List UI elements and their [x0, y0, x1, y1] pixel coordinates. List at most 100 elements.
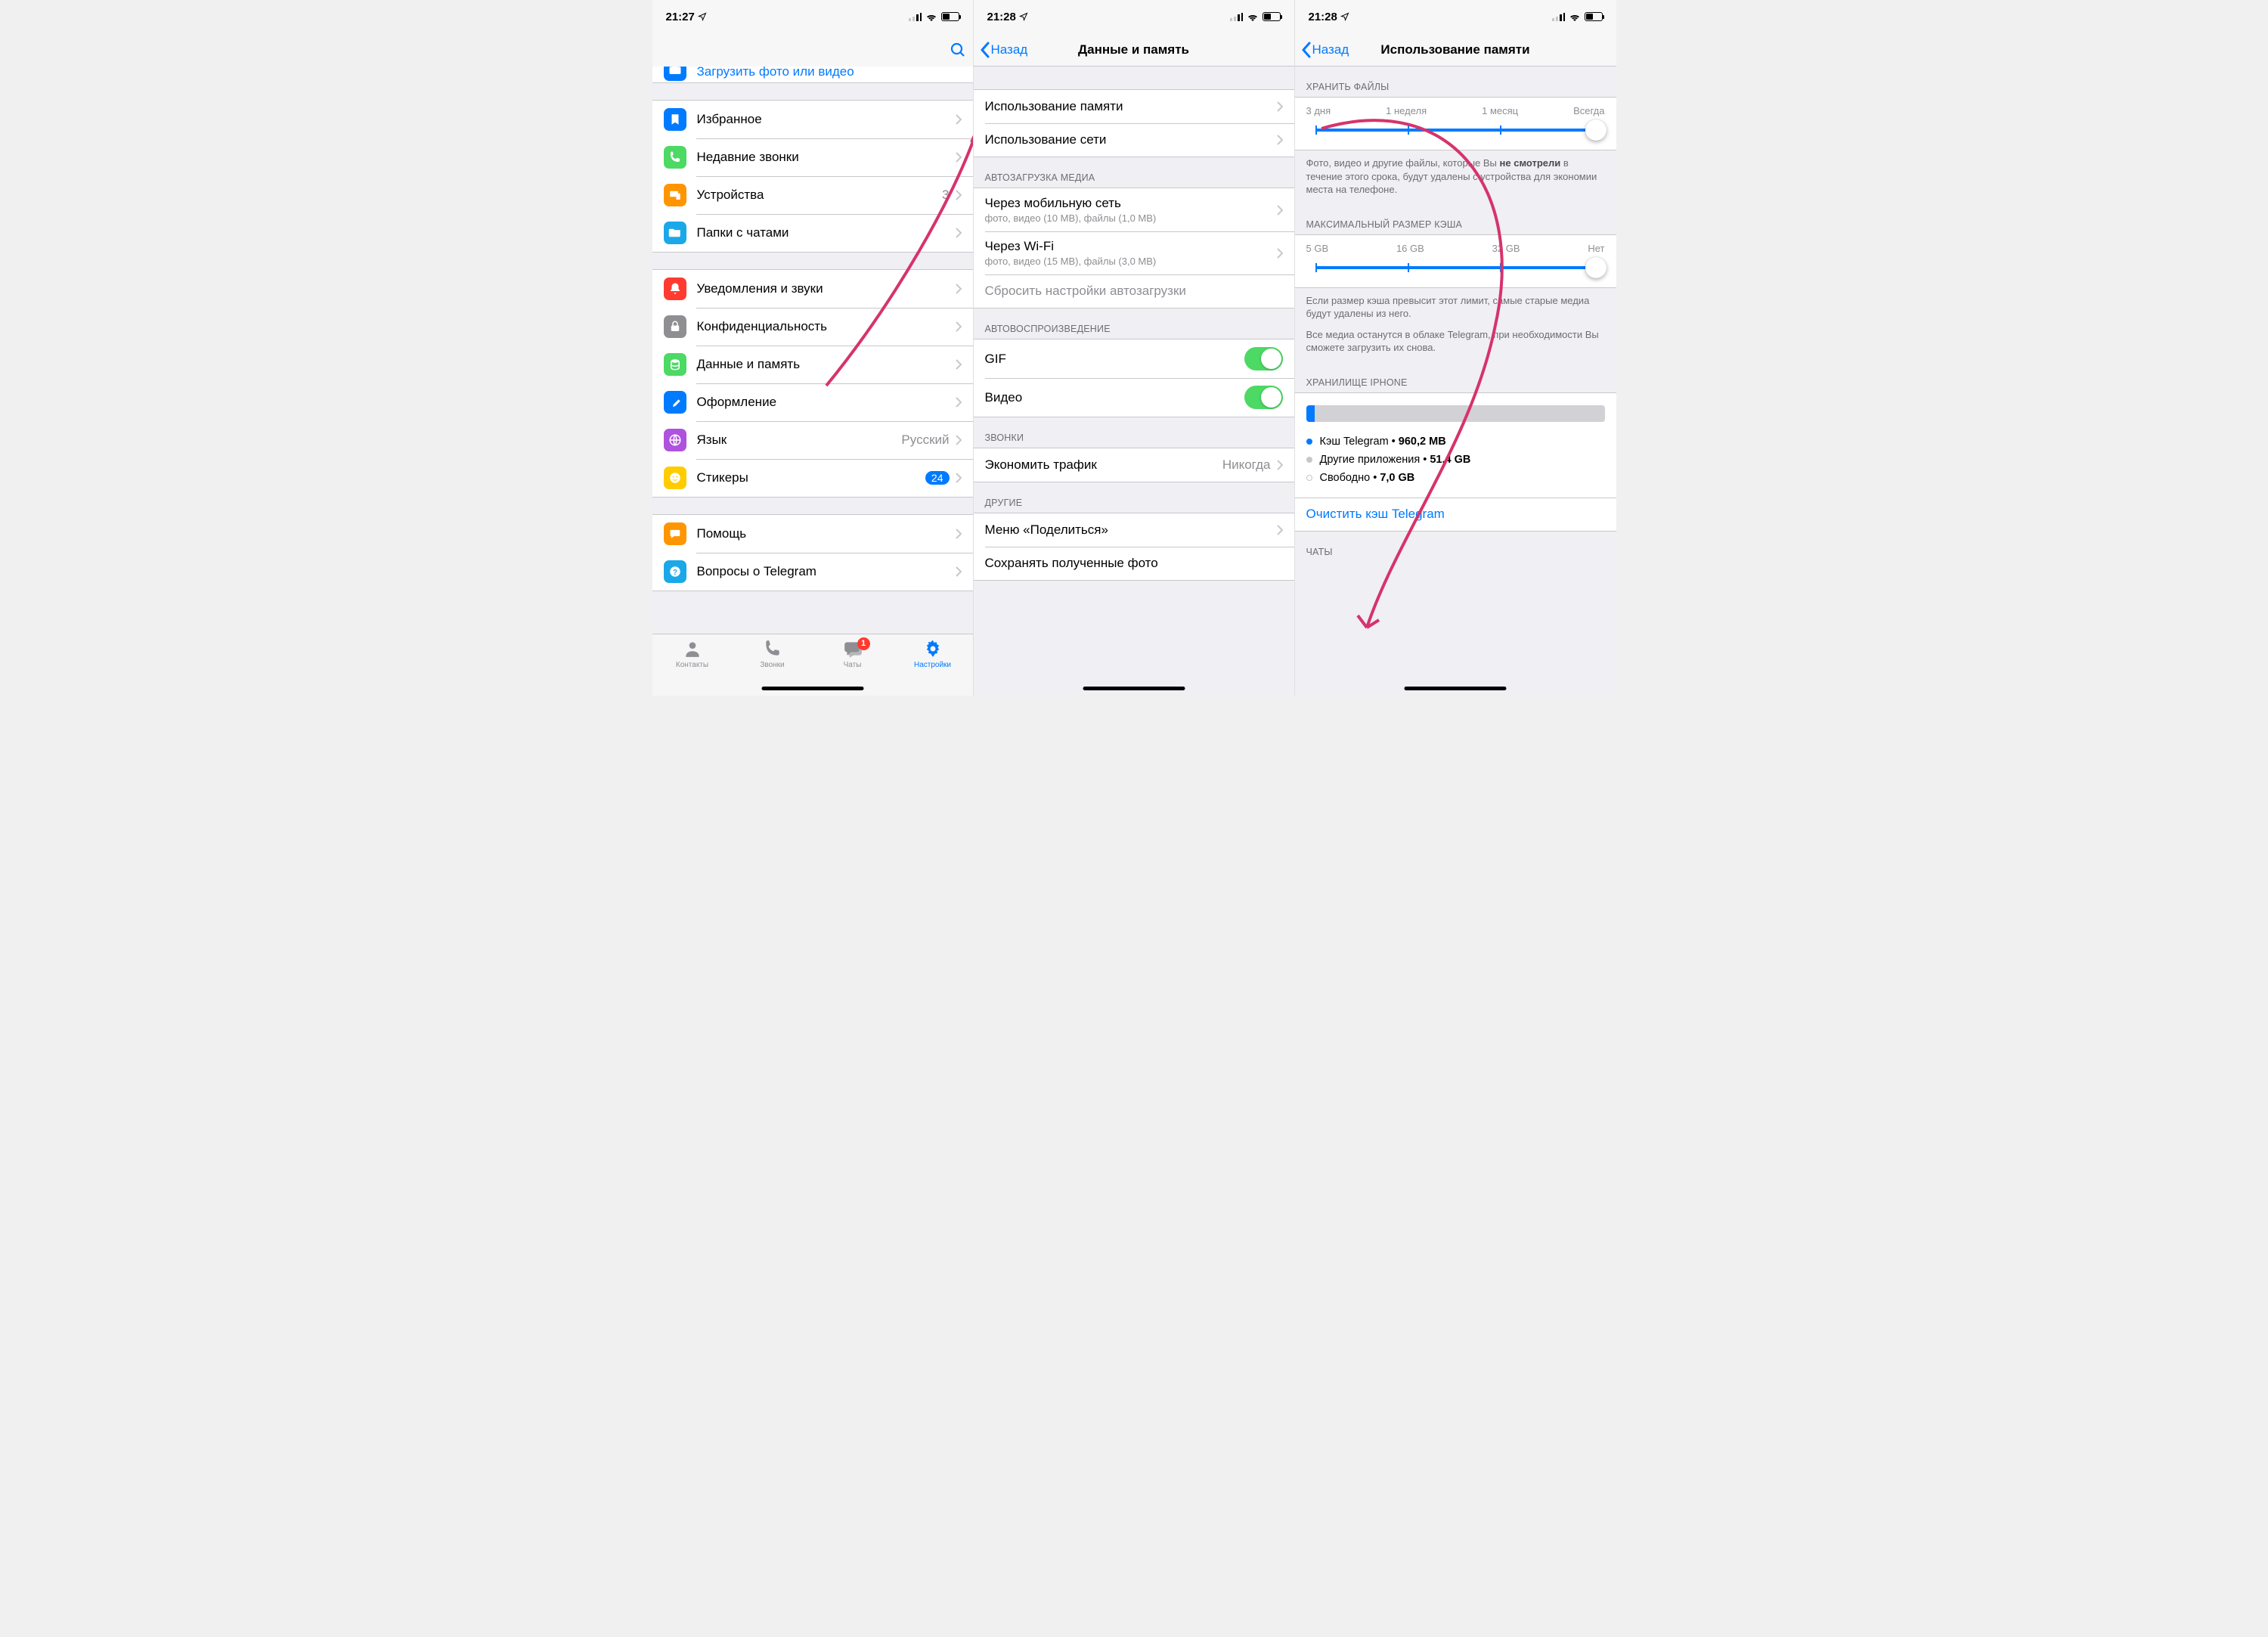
folder-icon [664, 222, 686, 244]
chevron-right-icon [956, 473, 962, 483]
chevron-right-icon [1277, 460, 1283, 470]
row-label: Оформление [697, 395, 956, 410]
back-button[interactable]: Назад [1301, 42, 1349, 58]
chevron-right-icon [956, 359, 962, 370]
settings-row[interactable]: Устройства3 [652, 176, 973, 214]
row-autodl-reset[interactable]: Сбросить настройки автозагрузки [974, 274, 1294, 308]
slider-tick-label: 1 месяц [1482, 105, 1518, 116]
section-footer: Фото, видео и другие файлы, которые Вы н… [1295, 150, 1616, 204]
chevron-right-icon [956, 435, 962, 445]
row-save-incoming[interactable]: Сохранять полученные фото [974, 547, 1294, 580]
settings-row[interactable]: Оформление [652, 383, 973, 421]
max-cache-slider[interactable]: 5 GB 16 GB 32 GB Нет [1295, 235, 1616, 287]
row-sublabel: фото, видео (10 MB), файлы (1,0 MB) [985, 212, 1277, 224]
home-indicator[interactable] [761, 687, 863, 690]
settings-row[interactable]: Помощь [652, 515, 973, 553]
settings-row[interactable]: Недавние звонки [652, 138, 973, 176]
chevron-right-icon [956, 529, 962, 539]
row-sublabel: фото, видео (15 MB), файлы (3,0 MB) [985, 256, 1277, 267]
brush-icon [664, 391, 686, 414]
row-autodl-wifi[interactable]: Через Wi-Fi фото, видео (15 MB), файлы (… [974, 231, 1294, 274]
row-label: Недавние звонки [697, 150, 956, 165]
home-indicator[interactable] [1083, 687, 1185, 690]
row-label: Данные и память [697, 357, 956, 372]
chevron-right-icon [956, 228, 962, 238]
back-button[interactable]: Назад [980, 42, 1028, 58]
settings-row[interactable]: ?Вопросы о Telegram [652, 553, 973, 591]
section-header: ЧАТЫ [1295, 532, 1616, 562]
tab-contacts[interactable]: Контакты [652, 639, 733, 696]
row-upload-media[interactable]: Загрузить фото или видео [652, 67, 973, 83]
settings-icon [923, 639, 943, 659]
row-label: Сохранять полученные фото [985, 556, 1283, 571]
settings-row[interactable]: Избранное [652, 101, 973, 138]
row-label: Меню «Поделиться» [985, 522, 1277, 538]
status-bar: 21:28 [1295, 0, 1616, 33]
search-button[interactable] [949, 41, 967, 59]
settings-row[interactable]: Конфиденциальность [652, 308, 973, 346]
settings-row[interactable]: Папки с чатами [652, 214, 973, 252]
row-label: Загрузить фото или видео [697, 67, 854, 79]
tab-settings[interactable]: Настройки [893, 639, 973, 696]
row-label: Конфиденциальность [697, 319, 956, 334]
wifi-icon [1569, 12, 1581, 21]
settings-row[interactable]: Уведомления и звуки [652, 270, 973, 308]
row-mem-usage[interactable]: Использование памяти [974, 90, 1294, 123]
legend-item: Другие приложения • 51,4 GB [1306, 451, 1605, 469]
row-share-menu[interactable]: Меню «Поделиться» [974, 513, 1294, 547]
row-label: Через Wi-Fi [985, 239, 1277, 254]
nav-bar [652, 33, 973, 67]
battery-icon [1585, 12, 1603, 21]
bookmark-icon [664, 108, 686, 131]
row-label: Вопросы о Telegram [697, 564, 956, 579]
slider-tick-label: 1 неделя [1386, 105, 1427, 116]
slider-tick-label: Всегда [1573, 105, 1604, 116]
slider-thumb[interactable] [1585, 257, 1606, 278]
wifi-icon [1247, 12, 1259, 21]
chevron-right-icon [1277, 205, 1283, 215]
chats-badge: 1 [857, 637, 870, 650]
wifi-icon [925, 12, 937, 21]
phone-icon [763, 639, 782, 659]
slider-tick-label: 16 GB [1396, 243, 1424, 254]
section-header: АВТОВОСПРОИЗВЕДЕНИЕ [974, 308, 1294, 339]
status-bar: 21:28 [974, 0, 1294, 33]
row-autodl-mobile[interactable]: Через мобильную сеть фото, видео (10 MB)… [974, 188, 1294, 231]
row-net-usage[interactable]: Использование сети [974, 123, 1294, 157]
settings-row[interactable]: Стикеры24 [652, 459, 973, 497]
home-indicator[interactable] [1405, 687, 1507, 690]
location-icon [1019, 12, 1028, 21]
toggle-switch[interactable] [1244, 347, 1283, 370]
slider-thumb[interactable] [1585, 119, 1606, 141]
cellular-icon [909, 13, 922, 21]
row-label: Через мобильную сеть [985, 196, 1277, 211]
row-label: Использование сети [985, 132, 1277, 147]
chevron-right-icon [1277, 101, 1283, 112]
keep-files-slider[interactable]: 3 дня 1 неделя 1 месяц Всегда [1295, 98, 1616, 150]
chevron-right-icon [1277, 248, 1283, 259]
row-label: Сбросить настройки автозагрузки [985, 284, 1283, 299]
section-header: ЗВОНКИ [974, 417, 1294, 448]
row-autoplay-gif[interactable]: GIF [974, 339, 1294, 378]
chevron-right-icon [956, 397, 962, 408]
settings-row[interactable]: ЯзыкРусский [652, 421, 973, 459]
chevron-left-icon [980, 42, 990, 58]
chevron-right-icon [1277, 525, 1283, 535]
row-autoplay-video[interactable]: Видео [974, 378, 1294, 417]
row-save-data[interactable]: Экономить трафик Никогда [974, 448, 1294, 482]
clear-cache-button[interactable]: Очистить кэш Telegram [1295, 498, 1616, 531]
toggle-switch[interactable] [1244, 386, 1283, 409]
storage-bar [1306, 405, 1605, 422]
status-time: 21:28 [987, 11, 1016, 23]
nav-bar: Назад Данные и память [974, 33, 1294, 67]
row-detail: 3 [942, 188, 949, 203]
row-label: Стикеры [697, 470, 925, 485]
settings-row[interactable]: Данные и память [652, 346, 973, 383]
section-header: ХРАНИЛИЩЕ IPHONE [1295, 362, 1616, 392]
nav-bar: Назад Использование памяти [1295, 33, 1616, 67]
row-detail: Никогда [1222, 457, 1271, 473]
row-label: GIF [985, 352, 1244, 367]
slider-tick-label: 32 GB [1492, 243, 1520, 254]
row-label: Папки с чатами [697, 225, 956, 240]
devices-icon [664, 184, 686, 206]
